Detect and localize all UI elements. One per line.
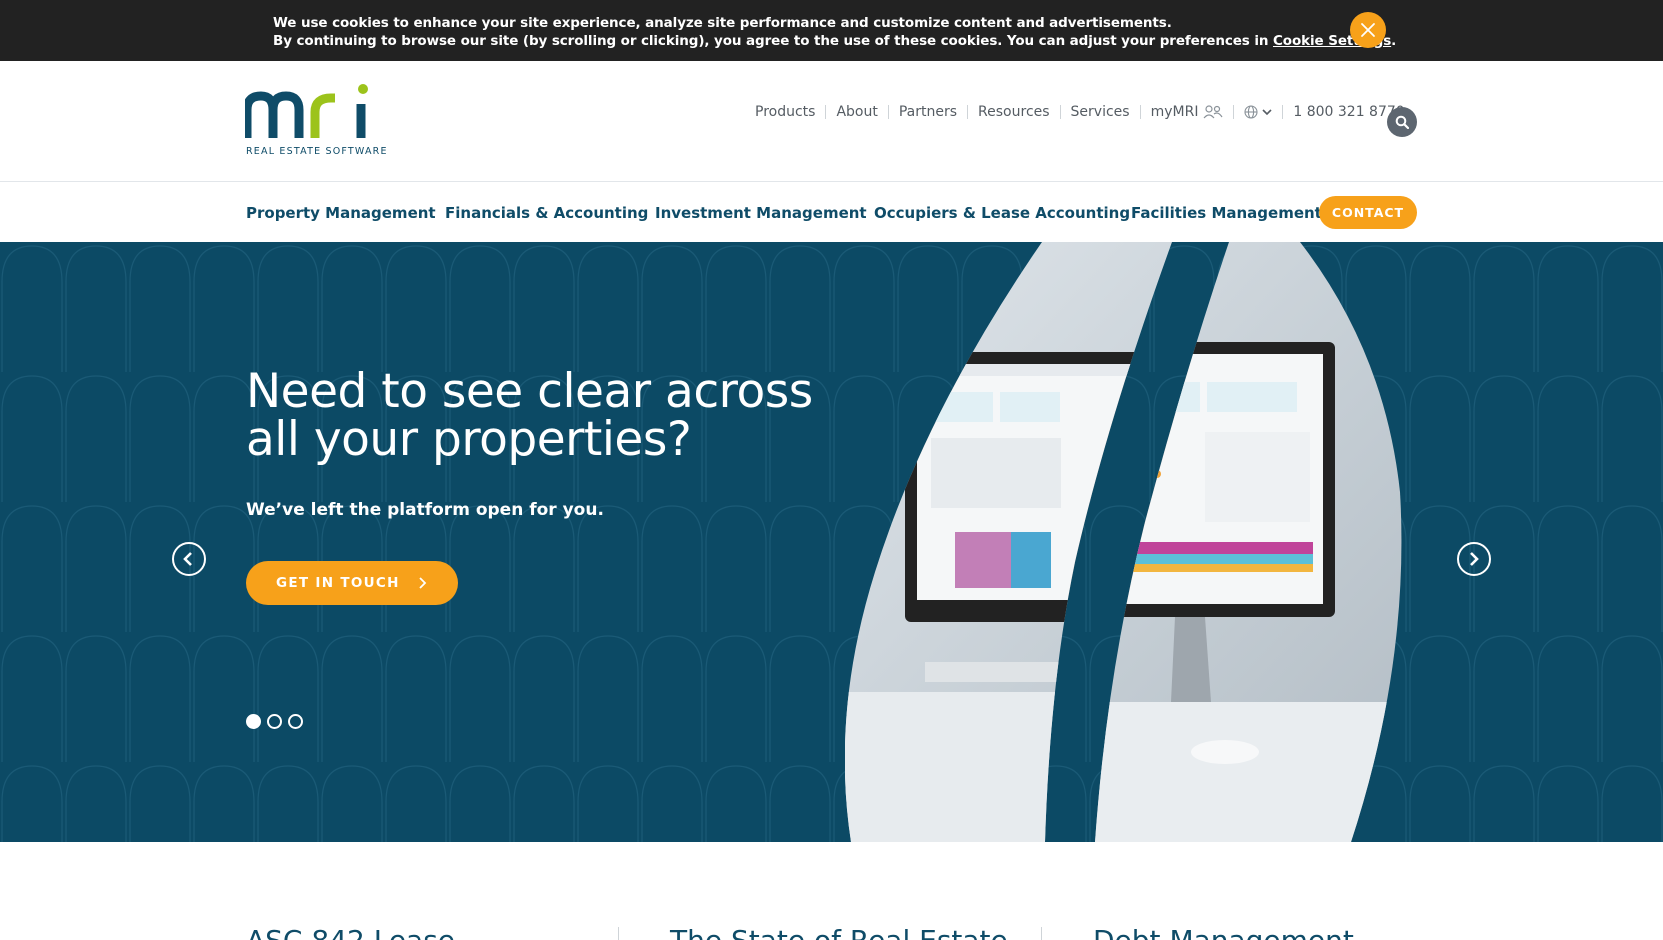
cookie-banner: We use cookies to enhance your site expe… <box>0 0 1663 61</box>
util-services[interactable]: Services <box>1059 105 1140 119</box>
teaser-divider <box>1041 927 1042 940</box>
logo-wordmark <box>242 84 368 138</box>
cookie-line-2-text: By continuing to browse our site (by scr… <box>273 33 1273 49</box>
cookie-message: We use cookies to enhance your site expe… <box>273 14 1396 50</box>
teaser-debt-management[interactable]: Debt Management <box>1093 924 1354 940</box>
teaser-asc-842[interactable]: ASC 842 Lease <box>246 924 455 940</box>
cookie-line-2: By continuing to browse our site (by scr… <box>273 32 1396 50</box>
get-in-touch-button[interactable]: GET IN TOUCH <box>246 561 458 605</box>
hero-title-line-1: Need to see clear across <box>246 364 813 419</box>
teaser-divider <box>618 927 619 940</box>
mri-logo[interactable]: REAL ESTATE SOFTWARE <box>242 82 386 162</box>
hero-title: Need to see clear across all your proper… <box>246 368 813 464</box>
cookie-close-button[interactable] <box>1350 12 1386 48</box>
hero-image <box>845 242 1402 842</box>
teaser-state-of-real-estate[interactable]: The State of Real Estate <box>670 924 1008 940</box>
search-button[interactable] <box>1387 107 1417 137</box>
close-icon <box>1361 23 1375 37</box>
util-resources[interactable]: Resources <box>967 105 1060 119</box>
carousel-dot-3[interactable] <box>288 714 303 729</box>
chevron-left-icon <box>183 552 192 566</box>
language-selector[interactable] <box>1232 105 1282 119</box>
cookie-line-1: We use cookies to enhance your site expe… <box>273 15 1172 31</box>
nav-occupiers-lease-accounting[interactable]: Occupiers & Lease Accounting <box>874 204 1130 222</box>
util-about[interactable]: About <box>825 105 887 119</box>
carousel-next-button[interactable] <box>1457 542 1491 576</box>
globe-icon <box>1244 105 1258 119</box>
carousel-prev-button[interactable] <box>172 542 206 576</box>
search-icon <box>1395 115 1409 129</box>
nav-investment-management[interactable]: Investment Management <box>655 204 867 222</box>
main-nav: Property Management Financials & Account… <box>0 182 1663 242</box>
carousel-dots <box>246 714 303 729</box>
util-partners[interactable]: Partners <box>887 105 967 119</box>
nav-property-management[interactable]: Property Management <box>246 204 436 222</box>
site-header: REAL ESTATE SOFTWARE Products About Part… <box>0 61 1663 182</box>
nav-financials-accounting[interactable]: Financials & Accounting <box>445 204 648 222</box>
chevron-down-icon <box>1262 109 1272 116</box>
carousel-dot-2[interactable] <box>267 714 282 729</box>
cookie-line-2-end: . <box>1391 33 1397 49</box>
get-in-touch-label: GET IN TOUCH <box>276 575 400 591</box>
chevron-right-icon <box>419 577 427 589</box>
util-mymri[interactable]: myMRI <box>1139 104 1233 120</box>
contact-button[interactable]: CONTACT <box>1319 196 1417 229</box>
utility-nav: Products About Partners Resources Servic… <box>755 105 1415 119</box>
hero-carousel: Need to see clear across all your proper… <box>0 242 1663 842</box>
hero-title-line-2: all your properties? <box>246 412 692 467</box>
users-icon <box>1203 105 1223 119</box>
logo-tagline: REAL ESTATE SOFTWARE <box>246 146 388 157</box>
hero-background-pattern <box>0 242 1663 842</box>
hero-subtitle: We’ve left the platform open for you. <box>246 500 604 520</box>
mymri-label: myMRI <box>1150 104 1199 120</box>
chevron-right-icon <box>1470 552 1479 566</box>
feature-teasers: ASC 842 Lease The State of Real Estate D… <box>0 842 1663 940</box>
util-products[interactable]: Products <box>755 105 825 119</box>
nav-facilities-management[interactable]: Facilities Management <box>1131 204 1322 222</box>
carousel-dot-1[interactable] <box>246 714 261 729</box>
